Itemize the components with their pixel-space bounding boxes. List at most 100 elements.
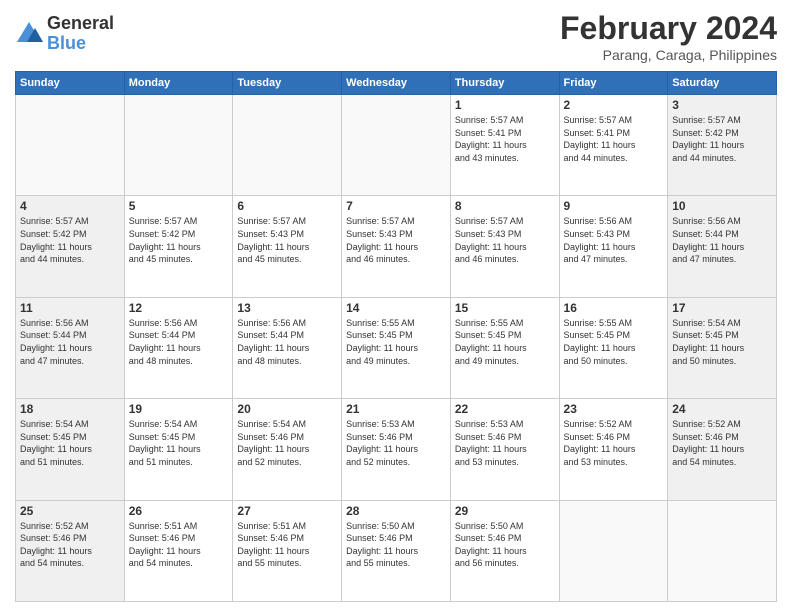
day-number: 8 [455, 199, 555, 213]
calendar-cell [668, 500, 777, 601]
title-block: February 2024 Parang, Caraga, Philippine… [560, 10, 777, 63]
calendar-cell [124, 95, 233, 196]
day-info: Sunrise: 5:52 AMSunset: 5:46 PMDaylight:… [672, 418, 772, 468]
day-number: 26 [129, 504, 229, 518]
day-info: Sunrise: 5:54 AMSunset: 5:46 PMDaylight:… [237, 418, 337, 468]
day-info: Sunrise: 5:56 AMSunset: 5:43 PMDaylight:… [564, 215, 664, 265]
calendar-cell: 15 Sunrise: 5:55 AMSunset: 5:45 PMDayligh… [450, 297, 559, 398]
day-info: Sunrise: 5:57 AMSunset: 5:41 PMDaylight:… [564, 114, 664, 164]
day-info: Sunrise: 5:53 AMSunset: 5:46 PMDaylight:… [455, 418, 555, 468]
day-number: 25 [20, 504, 120, 518]
day-number: 17 [672, 301, 772, 315]
calendar-header-friday: Friday [559, 72, 668, 95]
day-number: 4 [20, 199, 120, 213]
day-info: Sunrise: 5:50 AMSunset: 5:46 PMDaylight:… [346, 520, 446, 570]
calendar-cell: 5Sunrise: 5:57 AMSunset: 5:42 PMDaylight… [124, 196, 233, 297]
day-number: 12 [129, 301, 229, 315]
day-info: Sunrise: 5:54 AMSunset: 5:45 PMDaylight:… [20, 418, 120, 468]
calendar-cell: 9 Sunrise: 5:56 AMSunset: 5:43 PMDaylight… [559, 196, 668, 297]
day-info: Sunrise: 5:50 AMSunset: 5:46 PMDaylight:… [455, 520, 555, 570]
calendar-cell: 14Sunrise: 5:55 AMSunset: 5:45 PMDayligh… [342, 297, 451, 398]
calendar-cell [342, 95, 451, 196]
calendar-header-wednesday: Wednesday [342, 72, 451, 95]
day-info: Sunrise: 5:56 AMSunset: 5:44 PMDaylight:… [237, 317, 337, 367]
calendar-cell: 4 Sunrise: 5:57 AMSunset: 5:42 PMDaylight… [16, 196, 125, 297]
logo-icon [15, 20, 43, 48]
day-number: 19 [129, 402, 229, 416]
calendar-cell: 23 Sunrise: 5:52 AMSunset: 5:46 PMDayligh… [559, 399, 668, 500]
day-info: Sunrise: 5:55 AMSunset: 5:45 PMDaylight:… [346, 317, 446, 367]
calendar-cell [16, 95, 125, 196]
calendar-week-5: 25Sunrise: 5:52 AMSunset: 5:46 PMDayligh… [16, 500, 777, 601]
logo: General Blue [15, 14, 114, 54]
calendar-cell: 11 Sunrise: 5:56 AMSunset: 5:44 PMDayligh… [16, 297, 125, 398]
calendar-cell: 13Sunrise: 5:56 AMSunset: 5:44 PMDayligh… [233, 297, 342, 398]
calendar-cell: 20 Sunrise: 5:54 AMSunset: 5:46 PMDayligh… [233, 399, 342, 500]
calendar-week-1: 1 Sunrise: 5:57 AMSunset: 5:41 PMDaylight… [16, 95, 777, 196]
calendar-header-row: SundayMondayTuesdayWednesdayThursdayFrid… [16, 72, 777, 95]
calendar-cell [233, 95, 342, 196]
page: General Blue February 2024 Parang, Carag… [0, 0, 792, 612]
calendar-header-tuesday: Tuesday [233, 72, 342, 95]
day-info: Sunrise: 5:57 AMSunset: 5:42 PMDaylight:… [20, 215, 120, 265]
location-title: Parang, Caraga, Philippines [560, 47, 777, 63]
day-info: Sunrise: 5:57 AMSunset: 5:43 PMDaylight:… [237, 215, 337, 265]
calendar-cell: 3 Sunrise: 5:57 AMSunset: 5:42 PMDaylight… [668, 95, 777, 196]
day-info: Sunrise: 5:51 AMSunset: 5:46 PMDaylight:… [129, 520, 229, 570]
header: General Blue February 2024 Parang, Carag… [15, 10, 777, 63]
calendar-cell: 8 Sunrise: 5:57 AMSunset: 5:43 PMDaylight… [450, 196, 559, 297]
day-info: Sunrise: 5:56 AMSunset: 5:44 PMDaylight:… [20, 317, 120, 367]
day-number: 18 [20, 402, 120, 416]
calendar-cell [559, 500, 668, 601]
calendar-table: SundayMondayTuesdayWednesdayThursdayFrid… [15, 71, 777, 602]
day-number: 5 [129, 199, 229, 213]
day-info: Sunrise: 5:56 AMSunset: 5:44 PMDaylight:… [129, 317, 229, 367]
day-info: Sunrise: 5:54 AMSunset: 5:45 PMDaylight:… [672, 317, 772, 367]
calendar-cell: 16 Sunrise: 5:55 AMSunset: 5:45 PMDayligh… [559, 297, 668, 398]
month-title: February 2024 [560, 10, 777, 47]
day-info: Sunrise: 5:57 AMSunset: 5:42 PMDaylight:… [672, 114, 772, 164]
day-info: Sunrise: 5:53 AMSunset: 5:46 PMDaylight:… [346, 418, 446, 468]
day-info: Sunrise: 5:55 AMSunset: 5:45 PMDaylight:… [455, 317, 555, 367]
calendar-cell: 6 Sunrise: 5:57 AMSunset: 5:43 PMDaylight… [233, 196, 342, 297]
calendar-cell: 28 Sunrise: 5:50 AMSunset: 5:46 PMDayligh… [342, 500, 451, 601]
day-number: 11 [20, 301, 120, 315]
calendar-cell: 26 Sunrise: 5:51 AMSunset: 5:46 PMDayligh… [124, 500, 233, 601]
day-number: 28 [346, 504, 446, 518]
calendar-cell: 29Sunrise: 5:50 AMSunset: 5:46 PMDayligh… [450, 500, 559, 601]
day-number: 24 [672, 402, 772, 416]
logo-text: General Blue [47, 14, 114, 54]
calendar-cell: 12 Sunrise: 5:56 AMSunset: 5:44 PMDayligh… [124, 297, 233, 398]
day-number: 9 [564, 199, 664, 213]
day-number: 15 [455, 301, 555, 315]
day-number: 20 [237, 402, 337, 416]
day-number: 16 [564, 301, 664, 315]
day-info: Sunrise: 5:55 AMSunset: 5:45 PMDaylight:… [564, 317, 664, 367]
day-number: 3 [672, 98, 772, 112]
calendar-cell: 27Sunrise: 5:51 AMSunset: 5:46 PMDayligh… [233, 500, 342, 601]
calendar-cell: 7Sunrise: 5:57 AMSunset: 5:43 PMDaylight… [342, 196, 451, 297]
day-info: Sunrise: 5:57 AMSunset: 5:43 PMDaylight:… [455, 215, 555, 265]
day-number: 10 [672, 199, 772, 213]
calendar-cell: 10Sunrise: 5:56 AMSunset: 5:44 PMDayligh… [668, 196, 777, 297]
calendar-cell: 22 Sunrise: 5:53 AMSunset: 5:46 PMDayligh… [450, 399, 559, 500]
calendar-cell: 17 Sunrise: 5:54 AMSunset: 5:45 PMDayligh… [668, 297, 777, 398]
day-number: 23 [564, 402, 664, 416]
day-number: 21 [346, 402, 446, 416]
day-number: 7 [346, 199, 446, 213]
day-info: Sunrise: 5:52 AMSunset: 5:46 PMDaylight:… [564, 418, 664, 468]
calendar-header-saturday: Saturday [668, 72, 777, 95]
calendar-cell: 1Sunrise: 5:57 AMSunset: 5:41 PMDaylight… [450, 95, 559, 196]
calendar-week-2: 4 Sunrise: 5:57 AMSunset: 5:42 PMDaylight… [16, 196, 777, 297]
calendar-cell: 19Sunrise: 5:54 AMSunset: 5:45 PMDayligh… [124, 399, 233, 500]
day-number: 22 [455, 402, 555, 416]
calendar-cell: 18 Sunrise: 5:54 AMSunset: 5:45 PMDayligh… [16, 399, 125, 500]
calendar-header-thursday: Thursday [450, 72, 559, 95]
calendar-cell: 2Sunrise: 5:57 AMSunset: 5:41 PMDaylight… [559, 95, 668, 196]
calendar-cell: 21 Sunrise: 5:53 AMSunset: 5:46 PMDayligh… [342, 399, 451, 500]
day-number: 6 [237, 199, 337, 213]
day-number: 27 [237, 504, 337, 518]
calendar-header-sunday: Sunday [16, 72, 125, 95]
calendar-header-monday: Monday [124, 72, 233, 95]
day-number: 1 [455, 98, 555, 112]
